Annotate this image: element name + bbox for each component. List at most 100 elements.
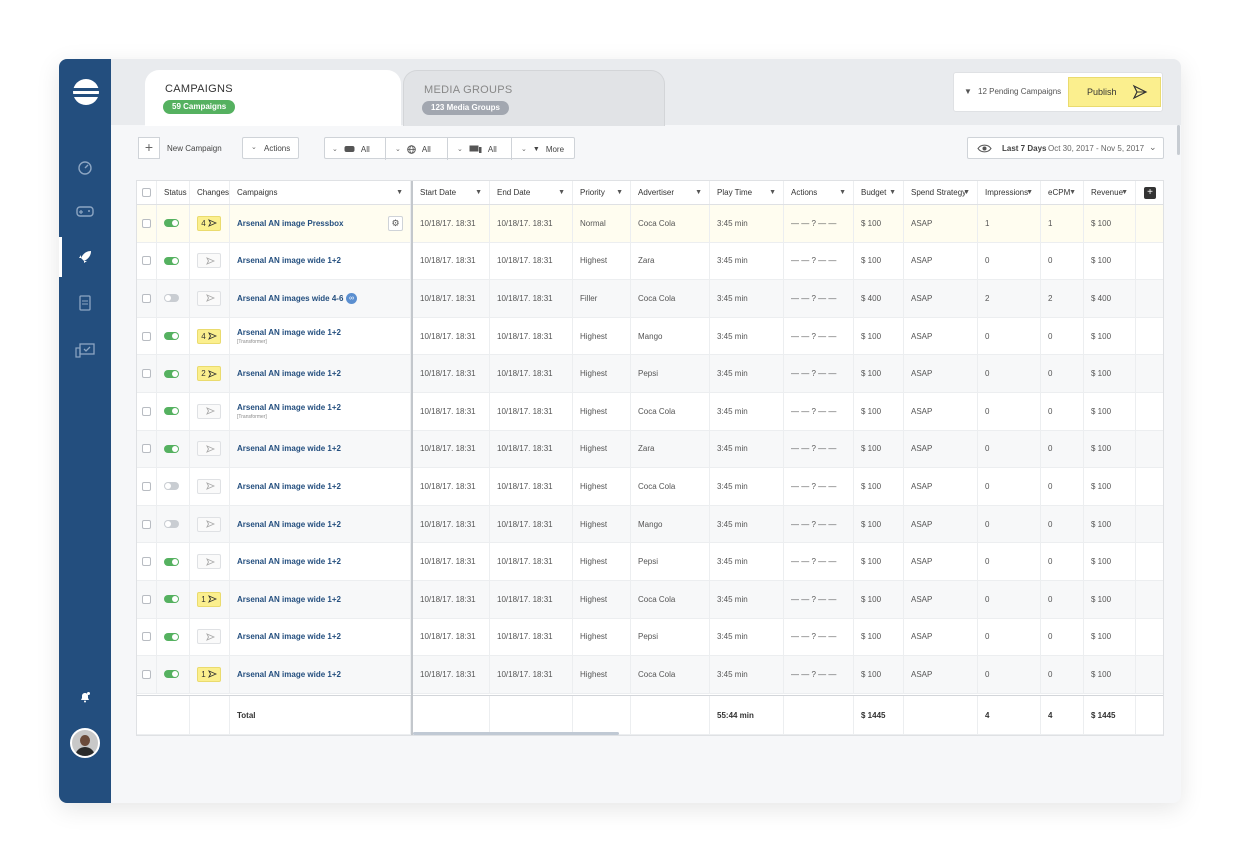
- status-toggle[interactable]: [157, 505, 190, 543]
- cell-campaign[interactable]: Arsenal AN image wide 1+2: [230, 242, 411, 280]
- gear-icon[interactable]: ⚙: [388, 215, 403, 231]
- campaign-name-link[interactable]: Arsenal AN image wide 1+2: [237, 369, 341, 378]
- changes-badge[interactable]: [190, 543, 230, 580]
- pending-campaigns-text[interactable]: 12 Pending Campaigns: [978, 87, 1061, 96]
- select-all-checkbox[interactable]: [137, 181, 157, 204]
- add-column-button[interactable]: +: [1136, 181, 1163, 204]
- row-checkbox[interactable]: [137, 543, 157, 580]
- table-row[interactable]: Arsenal AN image wide 1+2 [Transformer] …: [137, 393, 1163, 431]
- filter-icon[interactable]: ▼: [889, 181, 896, 204]
- campaign-name-link[interactable]: Arsenal AN image wide 1+2: [237, 670, 341, 679]
- table-row[interactable]: 1 Arsenal AN image wide 1+2 10/18/17. 18…: [137, 581, 1163, 619]
- bell-icon[interactable]: [59, 685, 111, 709]
- cell-campaign[interactable]: Arsenal AN image Pressbox ⚙: [230, 205, 411, 242]
- status-toggle[interactable]: [157, 581, 190, 618]
- table-row[interactable]: Arsenal AN image wide 1+2 10/18/17. 18:3…: [137, 242, 1163, 281]
- link-icon[interactable]: ∞: [346, 293, 357, 305]
- col-actions[interactable]: Actions ▼: [784, 181, 854, 204]
- cell-campaign[interactable]: Arsenal AN image wide 1+2: [230, 430, 411, 468]
- changes-badge[interactable]: [190, 618, 230, 656]
- changes-badge[interactable]: 4: [190, 205, 230, 242]
- row-checkbox[interactable]: [137, 280, 157, 317]
- cell-campaign[interactable]: Arsenal AN image wide 1+2: [230, 543, 411, 580]
- filter-icon[interactable]: ▼: [769, 181, 776, 204]
- table-row[interactable]: Arsenal AN image wide 1+2 10/18/17. 18:3…: [137, 468, 1163, 506]
- filter-icon[interactable]: ▼: [963, 181, 970, 204]
- cell-campaign[interactable]: Arsenal AN image wide 1+2: [230, 656, 411, 693]
- row-checkbox[interactable]: [137, 430, 157, 468]
- document-icon[interactable]: [59, 283, 111, 323]
- monitor-check-icon[interactable]: [59, 331, 111, 371]
- cell-campaign[interactable]: Arsenal AN image wide 1+2: [230, 581, 411, 618]
- changes-badge[interactable]: 2: [190, 355, 230, 392]
- campaign-name-link[interactable]: Arsenal AN image wide 1+2: [237, 444, 341, 453]
- campaign-name-link[interactable]: Arsenal AN image wide 1+2: [237, 557, 341, 566]
- campaign-name-link[interactable]: Arsenal AN image wide 1+2: [237, 256, 341, 265]
- row-checkbox[interactable]: [137, 205, 157, 242]
- table-row[interactable]: 1 Arsenal AN image wide 1+2 10/18/17. 18…: [137, 656, 1163, 694]
- campaign-name-link[interactable]: Arsenal AN image wide 1+2: [237, 403, 341, 412]
- col-ecpm[interactable]: eCPM ▼: [1041, 181, 1084, 204]
- changes-badge[interactable]: [190, 280, 230, 317]
- vertical-scrollbar[interactable]: [1177, 125, 1180, 155]
- changes-badge[interactable]: [190, 430, 230, 468]
- table-row[interactable]: Arsenal AN images wide 4-6 ∞ 10/18/17. 1…: [137, 280, 1163, 318]
- cell-campaign[interactable]: Arsenal AN images wide 4-6 ∞: [230, 280, 411, 317]
- rocket-icon[interactable]: [59, 237, 111, 277]
- filter-icon[interactable]: ▼: [396, 181, 403, 204]
- filter-icon[interactable]: ▼: [695, 181, 702, 204]
- table-row[interactable]: Arsenal AN image wide 1+2 10/18/17. 18:3…: [137, 543, 1163, 581]
- col-changes[interactable]: Changes: [190, 181, 230, 204]
- filter-icon[interactable]: ▼: [839, 181, 846, 204]
- filter-icon[interactable]: ▼: [558, 181, 565, 204]
- row-checkbox[interactable]: [137, 468, 157, 505]
- changes-badge[interactable]: 1: [190, 581, 230, 618]
- campaign-name-link[interactable]: Arsenal AN image wide 1+2: [237, 595, 341, 604]
- changes-badge[interactable]: [190, 393, 230, 430]
- dashboard-icon[interactable]: [59, 147, 111, 187]
- gamepad-icon[interactable]: [59, 191, 111, 231]
- cell-campaign[interactable]: Arsenal AN image wide 1+2: [230, 468, 411, 505]
- tab-campaigns[interactable]: CAMPAIGNS 59 Campaigns: [145, 70, 401, 126]
- status-toggle[interactable]: [157, 355, 190, 392]
- changes-badge[interactable]: 1: [190, 656, 230, 693]
- status-toggle[interactable]: [157, 543, 190, 580]
- col-status[interactable]: Status: [157, 181, 190, 204]
- filter-icon[interactable]: ▼: [1026, 181, 1033, 204]
- filter-icon[interactable]: ▼: [616, 181, 623, 204]
- changes-badge[interactable]: [190, 468, 230, 505]
- table-row[interactable]: Arsenal AN image wide 1+2 10/18/17. 18:3…: [137, 505, 1163, 544]
- col-play-time[interactable]: Play Time ▼: [710, 181, 784, 204]
- filter-icon[interactable]: ▼: [1121, 181, 1128, 204]
- row-checkbox[interactable]: [137, 618, 157, 656]
- filter-more[interactable]: ⌄ ▼ More: [512, 138, 574, 160]
- campaign-name-link[interactable]: Arsenal AN image wide 1+2: [237, 482, 341, 491]
- row-checkbox[interactable]: [137, 656, 157, 693]
- filter-icon[interactable]: ▼: [1069, 181, 1076, 204]
- cell-campaign[interactable]: Arsenal AN image wide 1+2 [Transformer]: [230, 317, 411, 355]
- row-checkbox[interactable]: [137, 505, 157, 543]
- campaign-name-link[interactable]: Arsenal AN images wide 4-6: [237, 294, 343, 303]
- table-row[interactable]: Arsenal AN image wide 1+2 10/18/17. 18:3…: [137, 618, 1163, 657]
- caret-down-icon[interactable]: ▼: [964, 87, 972, 96]
- col-campaigns[interactable]: Campaigns ▼: [230, 181, 411, 204]
- horizontal-scrollbar[interactable]: [413, 732, 619, 735]
- logo-icon[interactable]: [73, 79, 99, 105]
- status-toggle[interactable]: [157, 317, 190, 355]
- actions-dropdown[interactable]: ⌄ Actions: [242, 137, 299, 159]
- filter-screen[interactable]: ⌄ All: [448, 138, 512, 160]
- status-toggle[interactable]: [157, 242, 190, 280]
- cell-campaign[interactable]: Arsenal AN image wide 1+2: [230, 505, 411, 543]
- campaign-name-link[interactable]: Arsenal AN image wide 1+2: [237, 328, 341, 337]
- row-checkbox[interactable]: [137, 242, 157, 280]
- campaign-name-link[interactable]: Arsenal AN image wide 1+2: [237, 632, 341, 641]
- col-end-date[interactable]: End Date ▼: [490, 181, 573, 204]
- changes-badge[interactable]: [190, 505, 230, 543]
- new-campaign-button[interactable]: +: [138, 137, 160, 159]
- table-row[interactable]: 4 Arsenal AN image Pressbox ⚙ 10/18/17. …: [137, 205, 1163, 243]
- col-impressions[interactable]: Impressions ▼: [978, 181, 1041, 204]
- avatar[interactable]: [70, 728, 100, 758]
- publish-button[interactable]: Publish: [1068, 77, 1161, 107]
- new-campaign-label[interactable]: New Campaign: [167, 144, 222, 153]
- date-range-picker[interactable]: Last 7 Days Oct 30, 2017 - Nov 5, 2017 ⌄: [967, 137, 1164, 159]
